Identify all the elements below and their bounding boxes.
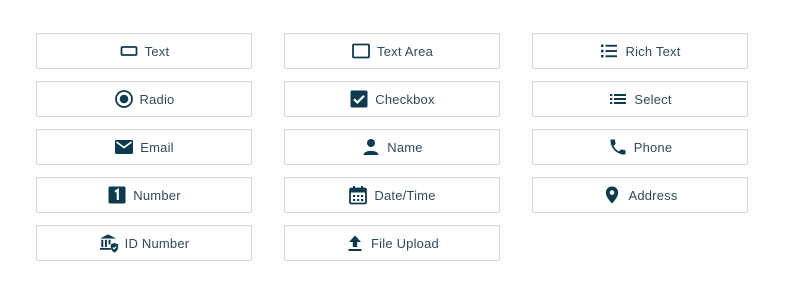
text-area-icon — [351, 41, 371, 61]
text-area-field-button[interactable]: Text Area — [284, 33, 500, 69]
email-field-button[interactable]: Email — [36, 129, 252, 165]
text-area-field-label: Text Area — [377, 43, 433, 59]
map-pin-icon — [602, 185, 622, 205]
address-field-button[interactable]: Address — [532, 177, 748, 213]
select-field-button[interactable]: Select — [532, 81, 748, 117]
name-field-button[interactable]: Name — [284, 129, 500, 165]
email-field-label: Email — [140, 139, 174, 155]
person-icon — [361, 137, 381, 157]
address-field-label: Address — [628, 187, 678, 203]
radio-field-label: Radio — [139, 91, 175, 107]
checkbox-field-label: Checkbox — [375, 91, 435, 107]
radio-icon — [114, 89, 134, 109]
checkbox-icon — [349, 89, 369, 109]
bank-shield-icon — [99, 233, 119, 253]
text-field-button[interactable]: Text — [36, 33, 252, 69]
phone-field-button[interactable]: Phone — [532, 129, 748, 165]
rich-text-field-label: Rich Text — [625, 43, 681, 59]
list-icon — [599, 41, 619, 61]
datetime-field-label: Date/Time — [374, 187, 436, 203]
number-one-icon — [107, 185, 127, 205]
number-field-button[interactable]: Number — [36, 177, 252, 213]
datetime-field-button[interactable]: Date/Time — [284, 177, 500, 213]
rich-text-field-button[interactable]: Rich Text — [532, 33, 748, 69]
id-number-field-label: ID Number — [124, 235, 190, 251]
calendar-icon — [348, 185, 368, 205]
file-upload-field-button[interactable]: File Upload — [284, 225, 500, 261]
number-field-label: Number — [133, 187, 181, 203]
text-input-icon — [119, 41, 139, 61]
id-number-field-button[interactable]: ID Number — [36, 225, 252, 261]
envelope-icon — [114, 137, 134, 157]
radio-field-button[interactable]: Radio — [36, 81, 252, 117]
file-upload-field-label: File Upload — [371, 235, 439, 251]
name-field-label: Name — [387, 139, 423, 155]
phone-icon — [608, 137, 628, 157]
text-field-label: Text — [144, 43, 170, 59]
phone-field-label: Phone — [633, 139, 673, 155]
field-type-palette: Text Text Area Rich Text Radio Checkbox — [0, 0, 789, 295]
select-field-label: Select — [634, 91, 672, 107]
checkbox-field-button[interactable]: Checkbox — [284, 81, 500, 117]
list-icon — [608, 89, 628, 109]
upload-icon — [345, 233, 365, 253]
